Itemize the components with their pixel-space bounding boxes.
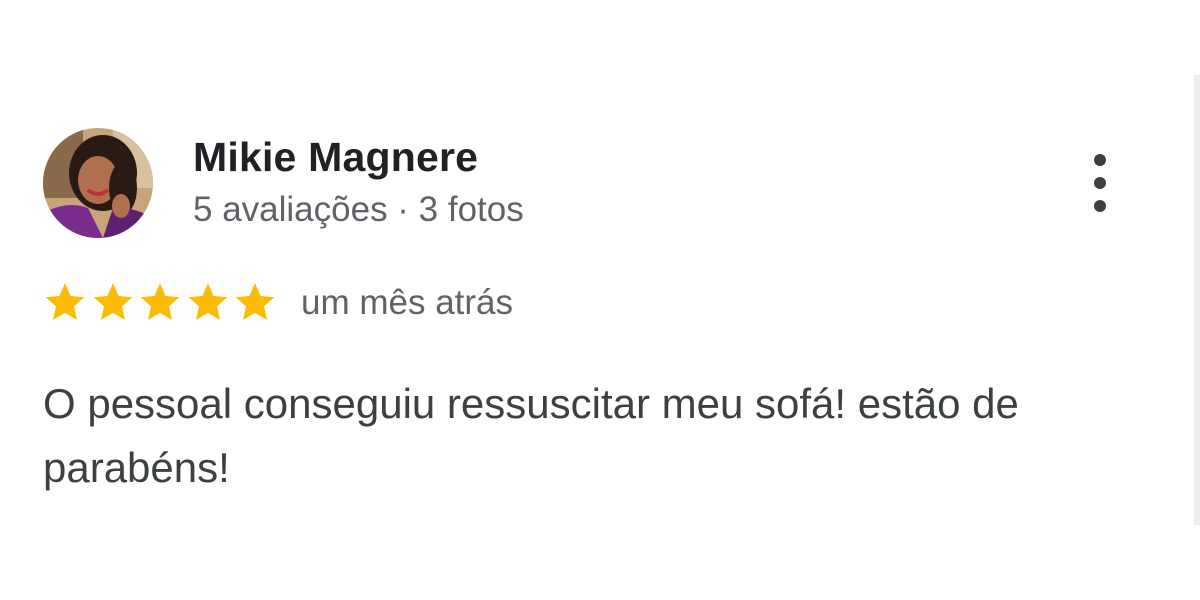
- more-options-button[interactable]: [1080, 150, 1120, 216]
- more-vert-icon: [1094, 154, 1106, 166]
- star-icon: [45, 283, 85, 320]
- star-icon: [235, 283, 275, 320]
- review-text: O pessoal conseguiu ressuscitar meu sofá…: [43, 380, 1019, 491]
- reviewer-avatar[interactable]: [43, 128, 153, 238]
- avatar-photo-icon: [43, 128, 153, 238]
- reviewer-stats[interactable]: 5 avaliações · 3 fotos: [193, 190, 524, 230]
- star-rating: [43, 280, 281, 324]
- scrollbar-track[interactable]: [1194, 75, 1200, 525]
- star-icon: [93, 283, 132, 320]
- more-vert-icon-dot: [1094, 200, 1106, 212]
- review-time: um mês atrás: [301, 283, 513, 322]
- reviewer-name[interactable]: Mikie Magnere: [193, 134, 478, 181]
- star-icon: [140, 283, 180, 320]
- star-icon: [188, 283, 227, 320]
- review-card: Mikie Magnere 5 avaliações · 3 fotos um …: [0, 0, 1200, 600]
- more-vert-icon-dot: [1094, 177, 1106, 189]
